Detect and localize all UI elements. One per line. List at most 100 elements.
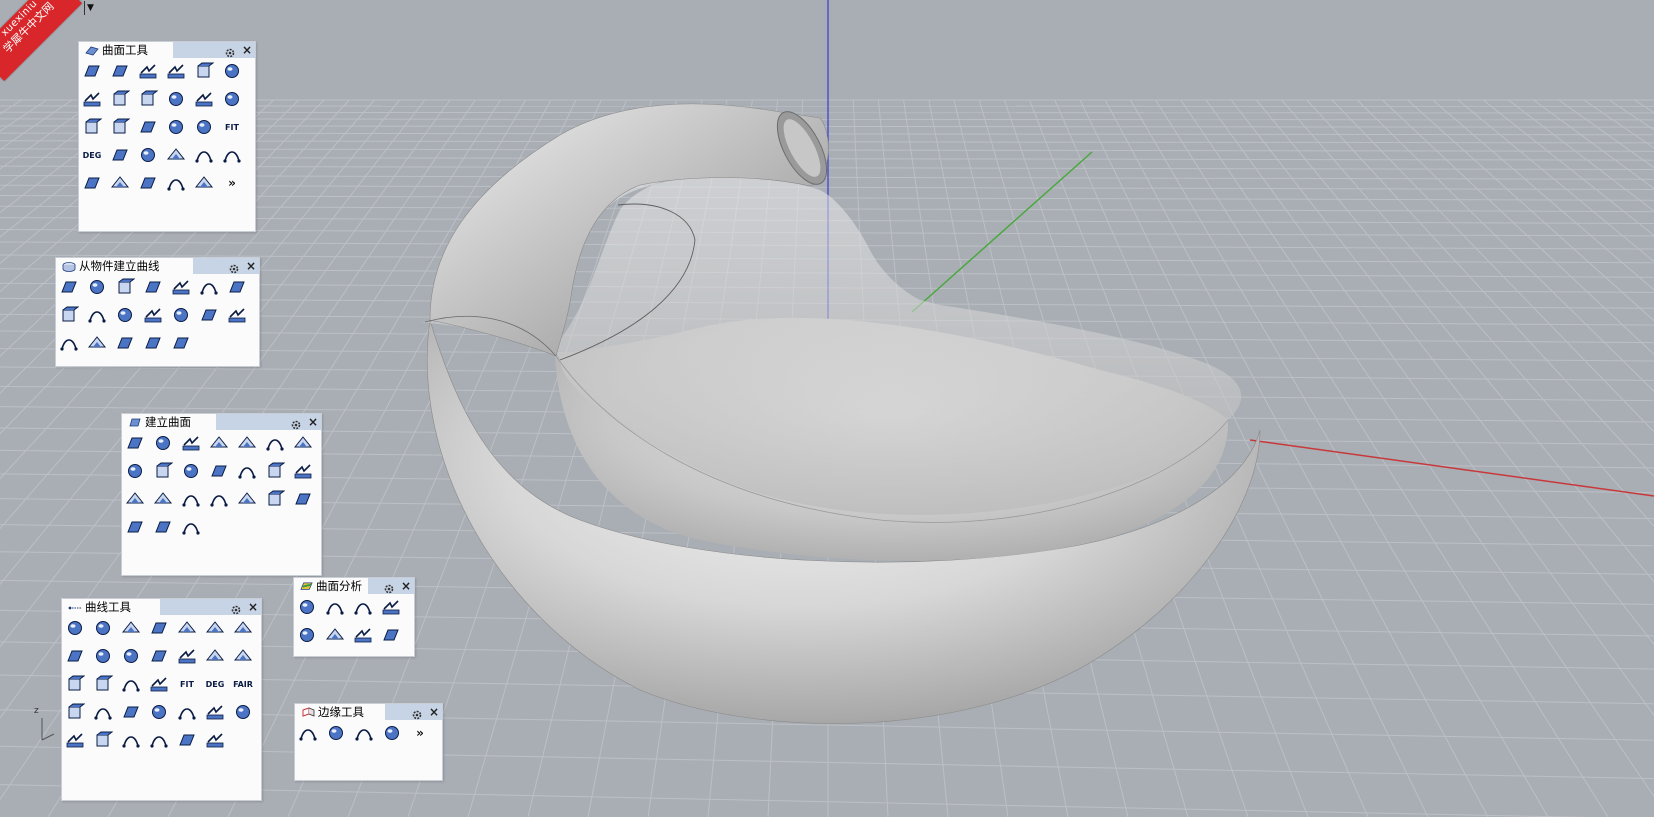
tool-pipe-button[interactable] — [180, 488, 202, 510]
tool-curve-through-button[interactable] — [176, 617, 198, 639]
tool-edit-points-button[interactable] — [92, 701, 114, 723]
tool-adjust-end-button[interactable] — [204, 645, 226, 667]
tool-join-curves-button[interactable] — [148, 645, 170, 667]
tool-emap-button[interactable] — [324, 624, 346, 646]
curve-tools-tab[interactable]: 曲线工具 — [62, 599, 160, 615]
close-icon[interactable]: × — [242, 42, 252, 58]
tool-point-box-button[interactable] — [226, 304, 248, 326]
tool-flow-along-surface-button[interactable] — [193, 116, 215, 138]
tool-dashed-line-button[interactable] — [176, 645, 198, 667]
tool-array-surface-button[interactable] — [165, 144, 187, 166]
tool-heightfield-button[interactable] — [264, 460, 286, 482]
tool-twist-button[interactable] — [137, 116, 159, 138]
tool-curvature-analysis-button[interactable] — [296, 596, 318, 618]
tool-dot-grid-button[interactable] — [180, 516, 202, 538]
tool-box-face-button[interactable] — [152, 516, 174, 538]
tool-fillet-curve-button[interactable] — [64, 617, 86, 639]
tool-cylinder-tool-button[interactable] — [109, 172, 131, 194]
tool-sweep-1-rail-button[interactable] — [236, 488, 258, 510]
tool-merge-surface-button[interactable] — [81, 88, 103, 110]
gear-icon[interactable] — [383, 580, 395, 594]
tool-person-tool-button[interactable] — [120, 673, 142, 695]
surface-tools-toolbar[interactable]: 曲面工具 × FIT DEG » — [78, 41, 256, 232]
tool-add-knot-button[interactable] — [120, 645, 142, 667]
more-tools-button[interactable]: » — [221, 172, 243, 194]
tool-points-grid-button[interactable] — [58, 332, 80, 354]
tool-offset-curve-button[interactable] — [64, 645, 86, 667]
tool-deform-button[interactable] — [193, 172, 215, 194]
tool-rotate-ring-button[interactable] — [204, 729, 226, 751]
surface-tools-tab[interactable]: 曲面工具 — [79, 42, 173, 58]
tool-isocurve-button[interactable] — [193, 144, 215, 166]
tool-thickness-button[interactable] — [352, 624, 374, 646]
tool-shrink-surface-button[interactable] — [137, 88, 159, 110]
tool-fit-button[interactable]: FIT — [176, 673, 198, 695]
tool-cone-button[interactable] — [152, 488, 174, 510]
tool-edge-analysis-button[interactable] — [296, 624, 318, 646]
tool-rebuild-edges-button[interactable] — [381, 722, 403, 744]
tool-pull-curve-button[interactable] — [142, 276, 164, 298]
tool-extract-wireframe-button[interactable] — [170, 276, 192, 298]
more-tools-button[interactable]: » — [409, 722, 431, 744]
tool-fair-button[interactable]: FAIR — [232, 673, 254, 695]
tool-wireframe-2d-button[interactable] — [198, 304, 220, 326]
close-icon[interactable]: × — [429, 704, 439, 720]
tool-match-curve-button[interactable] — [148, 617, 170, 639]
create-surface-toolbar[interactable]: 建立曲面 × — [121, 413, 322, 576]
gear-icon[interactable] — [224, 44, 236, 58]
tool-edge-surface-button[interactable] — [236, 432, 258, 454]
tool-explode-button[interactable] — [81, 172, 103, 194]
tool-arc-connect-button[interactable] — [64, 673, 86, 695]
tool-arc-tool-button[interactable] — [232, 617, 254, 639]
close-icon[interactable]: × — [246, 258, 256, 274]
tool-deg-button[interactable]: DEG — [81, 144, 103, 166]
close-icon[interactable]: × — [401, 578, 411, 594]
tool-arc-small-button[interactable] — [148, 729, 170, 751]
tool-drape-button[interactable] — [208, 488, 230, 510]
tool-merge-edge-button[interactable] — [353, 722, 375, 744]
tool-extend-curve-button[interactable] — [92, 645, 114, 667]
tool-point-set-button[interactable] — [64, 701, 86, 723]
tool-network-button[interactable] — [180, 460, 202, 482]
tool-extend-surface-button[interactable] — [221, 60, 243, 82]
tool-blend-curve-button[interactable] — [120, 617, 142, 639]
create-surface-tab[interactable]: 建立曲面 — [122, 414, 216, 430]
tool-symmetry-button[interactable] — [137, 144, 159, 166]
viewport-menu-dropdown-icon[interactable]: ▼ — [84, 1, 97, 15]
tool-sweep-2-rails-button[interactable] — [264, 488, 286, 510]
tool-project-button[interactable] — [109, 144, 131, 166]
tool-offset-curve-button[interactable] — [114, 332, 136, 354]
tool-patch-button[interactable] — [180, 432, 202, 454]
tool-taper-button[interactable] — [165, 116, 187, 138]
tool-scattered-points-button[interactable] — [86, 332, 108, 354]
tool-dome-button[interactable] — [124, 488, 146, 510]
tool-adjust-seam-button[interactable] — [221, 88, 243, 110]
tool-draw-order-button[interactable] — [170, 332, 192, 354]
tool-circle-center-button[interactable] — [148, 701, 170, 723]
tool-cage-button[interactable] — [165, 172, 187, 194]
tool-bend-button[interactable] — [109, 116, 131, 138]
tool-intersection-button[interactable] — [58, 304, 80, 326]
tool-corner-points-button[interactable] — [124, 432, 146, 454]
tool-arrow-3d-button[interactable] — [232, 645, 254, 667]
tool-cylinder-connect-button[interactable] — [92, 673, 114, 695]
tool-create-uv-button[interactable] — [170, 304, 192, 326]
tool-camera-button[interactable] — [380, 624, 402, 646]
tool-duplicate-border-button[interactable] — [86, 276, 108, 298]
tool-move-point-button[interactable] — [64, 729, 86, 751]
tool-project-to-surface-button[interactable] — [114, 276, 136, 298]
close-icon[interactable]: × — [308, 414, 318, 430]
edge-tools-toolbar[interactable]: 边缘工具 × » — [294, 703, 443, 781]
tool-draft-analysis-button[interactable] — [324, 596, 346, 618]
tool-contour-button[interactable] — [198, 276, 220, 298]
tool-loft-button[interactable] — [208, 432, 230, 454]
tool-match-surface-button[interactable] — [109, 60, 131, 82]
tool-fit-button[interactable]: FIT — [221, 116, 243, 138]
tool-delete-point-button[interactable] — [232, 701, 254, 723]
tool-point-cloud-button[interactable] — [221, 144, 243, 166]
tool-rectangle-surf-button[interactable] — [124, 460, 146, 482]
tool-untrim-button[interactable] — [81, 116, 103, 138]
tool-extrude-button[interactable] — [152, 460, 174, 482]
tool-seam-button[interactable] — [176, 701, 198, 723]
tool-unroll-button[interactable] — [165, 88, 187, 110]
